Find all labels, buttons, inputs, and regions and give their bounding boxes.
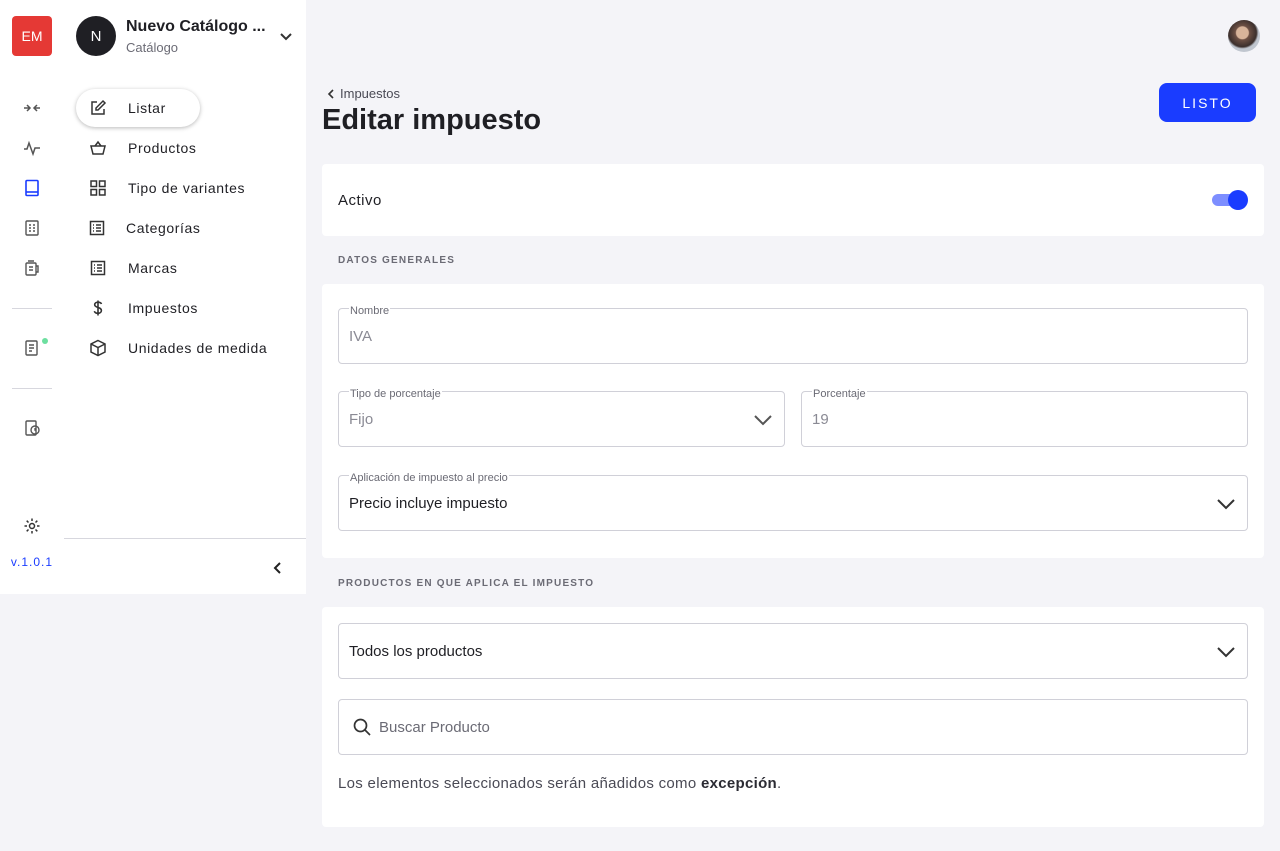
chevron-down-icon — [752, 409, 774, 429]
list-icon — [88, 258, 108, 278]
catalog-avatar: N — [76, 16, 116, 56]
percent-type-value: Fijo — [349, 411, 374, 428]
grid-icon — [88, 178, 108, 198]
chevron-down-icon[interactable] — [276, 26, 296, 46]
billing-clock-icon[interactable] — [22, 418, 42, 438]
sidebar-item-label: Listar — [128, 100, 166, 116]
toggle-knob — [1228, 190, 1248, 210]
percent-value: 19 — [812, 411, 829, 428]
search-placeholder: Buscar Producto — [379, 719, 490, 736]
section-title-products: PRODUCTOS EN QUE APLICA EL IMPUESTO — [338, 578, 595, 589]
catalog-subtitle: Catálogo — [126, 40, 179, 55]
sidebar-item-unidades-de-medida[interactable]: Unidades de medida — [76, 329, 276, 367]
switch-icon[interactable] — [22, 98, 42, 118]
dollar-icon — [88, 298, 108, 318]
app-version: v.1.0.1 — [10, 555, 54, 569]
notification-dot — [42, 338, 48, 344]
register-icon[interactable] — [22, 258, 42, 278]
edit-icon — [88, 98, 108, 118]
chevron-down-icon — [1215, 493, 1237, 513]
done-button[interactable]: LISTO — [1159, 83, 1256, 122]
catalog-sidebar: N Nuevo Catálogo ... Catálogo Listar Pro… — [64, 0, 306, 594]
app-logo[interactable]: EM — [12, 16, 52, 56]
percent-type-label: Tipo de porcentaje — [349, 388, 442, 400]
sidebar-item-label: Marcas — [128, 260, 178, 276]
receipt-icon[interactable] — [22, 338, 42, 358]
user-avatar[interactable] — [1228, 20, 1260, 52]
name-field[interactable]: Nombre IVA — [338, 305, 1248, 364]
chevron-down-icon — [1215, 641, 1237, 661]
name-field-value: IVA — [349, 328, 373, 345]
note-text: Los elementos seleccionados serán añadid… — [338, 775, 701, 792]
page-title: Editar impuesto — [322, 104, 542, 136]
active-label: Activo — [338, 192, 382, 209]
sidebar-item-label: Productos — [128, 140, 197, 156]
checklist-icon[interactable] — [22, 218, 42, 238]
note-emphasis: excepción — [700, 775, 778, 792]
catalog-title: Nuevo Catálogo ... — [126, 18, 266, 35]
sidebar-item-categorias[interactable]: Categorías — [76, 209, 200, 247]
box-icon — [88, 338, 108, 358]
sidebar-item-impuestos[interactable]: Impuestos — [76, 289, 200, 327]
breadcrumb[interactable]: Impuestos — [326, 86, 400, 101]
list-icon — [88, 218, 106, 238]
book-icon[interactable] — [22, 178, 42, 198]
price-application-select[interactable]: Aplicación de impuesto al precio Precio … — [338, 472, 1248, 531]
exception-note: Los elementos seleccionados serán añadid… — [338, 775, 782, 792]
sidebar-item-productos[interactable]: Productos — [76, 129, 200, 167]
section-title-general: DATOS GENERALES — [338, 255, 456, 266]
general-data-card: Nombre IVA Tipo de porcentaje Fijo Porce… — [322, 284, 1264, 558]
sidebar-item-label: Unidades de medida — [128, 340, 268, 356]
percent-label: Porcentaje — [812, 388, 867, 400]
sidebar-item-label: Impuestos — [128, 300, 198, 316]
product-scope-value: Todos los productos — [349, 643, 483, 660]
sidebar-divider — [64, 538, 306, 539]
rail-divider — [12, 308, 52, 309]
chevron-left-icon — [327, 88, 334, 99]
activity-icon[interactable] — [22, 138, 42, 158]
percent-type-select[interactable]: Tipo de porcentaje Fijo — [338, 388, 785, 447]
product-search-input[interactable]: Buscar Producto — [338, 699, 1248, 755]
sidebar-item-listar[interactable]: Listar — [76, 89, 200, 127]
gear-icon[interactable] — [22, 516, 42, 536]
percent-field[interactable]: Porcentaje 19 — [801, 388, 1248, 447]
basket-icon — [88, 138, 108, 158]
icon-rail: EM v.1.0.1 — [0, 0, 64, 594]
note-suffix: . — [777, 775, 782, 792]
product-scope-select[interactable]: Todos los productos — [338, 623, 1248, 679]
search-icon — [353, 718, 371, 736]
price-application-label: Aplicación de impuesto al precio — [349, 472, 509, 484]
sidebar-item-label: Tipo de variantes — [128, 180, 246, 196]
products-card: Todos los productos Buscar Producto Los … — [322, 607, 1264, 827]
sidebar-item-marcas[interactable]: Marcas — [76, 249, 200, 287]
rail-divider — [12, 388, 52, 389]
sidebar-item-label: Categorías — [126, 220, 201, 236]
catalog-selector[interactable]: N Nuevo Catálogo ... Catálogo — [76, 16, 296, 56]
active-toggle[interactable] — [1210, 190, 1248, 210]
sidebar-item-tipo-de-variantes[interactable]: Tipo de variantes — [76, 169, 256, 207]
status-card: Activo — [322, 164, 1264, 236]
back-link-label: Impuestos — [340, 86, 400, 101]
name-field-label: Nombre — [349, 305, 391, 317]
collapse-sidebar-button[interactable] — [268, 558, 288, 578]
price-application-value: Precio incluye impuesto — [349, 495, 508, 512]
